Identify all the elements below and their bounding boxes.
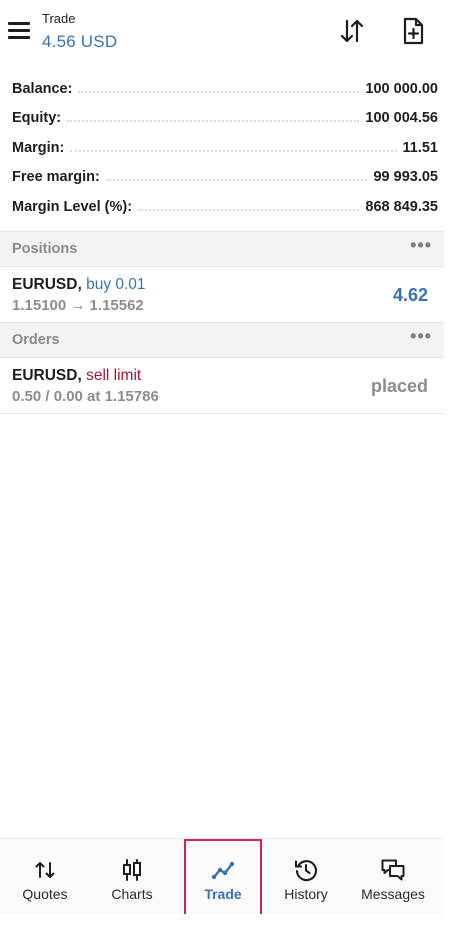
nav-tab-trade[interactable]: Trade bbox=[184, 839, 270, 916]
summary-key: Balance: bbox=[12, 80, 79, 97]
dotted-leader bbox=[105, 179, 368, 182]
order-title: EURUSD, sell limit bbox=[12, 367, 141, 385]
position-profit: 4.62 bbox=[392, 285, 428, 305]
nav-label: Quotes bbox=[22, 886, 68, 902]
summary-key: Free margin: bbox=[12, 169, 106, 186]
nav-label: Messages bbox=[361, 886, 425, 902]
summary-row-free-margin: Free margin: 99 993.05 bbox=[0, 163, 450, 193]
sort-arrows-icon[interactable] bbox=[337, 16, 367, 46]
candlestick-chart-icon bbox=[119, 857, 145, 883]
nav-tab-charts[interactable]: Charts bbox=[89, 839, 175, 915]
order-detail: 0.50 / 0.00 at 1.15786 bbox=[12, 388, 159, 405]
bottom-navigation: Quotes Charts Trade History Messages bbox=[0, 838, 444, 916]
nav-label: Trade bbox=[204, 886, 242, 902]
section-title: Orders bbox=[12, 332, 60, 348]
order-row[interactable]: EURUSD, sell limit 0.50 / 0.00 at 1.1578… bbox=[0, 358, 444, 414]
app-root: Trade 4.56 USD Balance: 100 000.00 Equit… bbox=[0, 0, 450, 929]
summary-value: 100 000.00 bbox=[359, 80, 438, 97]
positions-section-header: Positions ••• bbox=[0, 231, 444, 267]
summary-key: Margin: bbox=[12, 139, 71, 156]
summary-key: Margin Level (%): bbox=[12, 198, 139, 215]
account-profit: 4.56 USD bbox=[42, 32, 118, 51]
summary-row-margin-level: Margin Level (%): 868 849.35 bbox=[0, 192, 450, 222]
nav-tab-quotes[interactable]: Quotes bbox=[2, 839, 88, 915]
nav-label: Charts bbox=[111, 886, 153, 902]
hamburger-menu-icon[interactable] bbox=[8, 22, 32, 42]
price-detail: 1.15100 → 1.15562 bbox=[12, 297, 144, 314]
summary-key: Equity: bbox=[12, 110, 68, 127]
nav-tab-history[interactable]: History bbox=[263, 839, 349, 915]
orders-section-header: Orders ••• bbox=[0, 322, 444, 358]
summary-row-margin: Margin: 11.51 bbox=[0, 133, 450, 163]
symbol: EURUSD, bbox=[12, 367, 82, 384]
history-clock-icon bbox=[293, 857, 319, 883]
summary-value: 868 849.35 bbox=[359, 198, 438, 215]
more-options-icon[interactable]: ••• bbox=[410, 236, 432, 258]
position-row[interactable]: EURUSD, buy 0.01 1.15100 → 1.15562 4.62 bbox=[0, 267, 444, 323]
symbol: EURUSD, bbox=[12, 276, 82, 293]
dotted-leader bbox=[67, 120, 360, 123]
summary-value: 99 993.05 bbox=[367, 169, 438, 186]
new-document-icon[interactable] bbox=[398, 16, 428, 46]
summary-value: 100 004.56 bbox=[359, 110, 438, 127]
order-status: placed bbox=[370, 376, 428, 396]
position-title: EURUSD, buy 0.01 bbox=[12, 276, 146, 294]
account-summary: Balance: 100 000.00 Equity: 100 004.56 M… bbox=[0, 74, 450, 222]
trade-line-icon bbox=[210, 857, 236, 883]
bottom-edge bbox=[0, 914, 450, 929]
top-bar: Trade 4.56 USD bbox=[0, 0, 450, 64]
messages-icon bbox=[380, 857, 406, 883]
screen-title: Trade bbox=[42, 11, 76, 26]
order-type: sell limit bbox=[86, 367, 142, 384]
section-title: Positions bbox=[12, 241, 78, 257]
nav-label: History bbox=[284, 886, 328, 902]
quotes-icon bbox=[32, 857, 58, 883]
nav-tab-messages[interactable]: Messages bbox=[350, 839, 436, 915]
dotted-leader bbox=[138, 208, 360, 211]
dotted-leader bbox=[70, 149, 397, 152]
dotted-leader bbox=[78, 90, 360, 93]
trade-action: buy 0.01 bbox=[86, 276, 146, 293]
summary-row-balance: Balance: 100 000.00 bbox=[0, 74, 450, 104]
summary-row-equity: Equity: 100 004.56 bbox=[0, 104, 450, 134]
summary-value: 11.51 bbox=[396, 139, 438, 156]
more-options-icon[interactable]: ••• bbox=[410, 327, 432, 349]
